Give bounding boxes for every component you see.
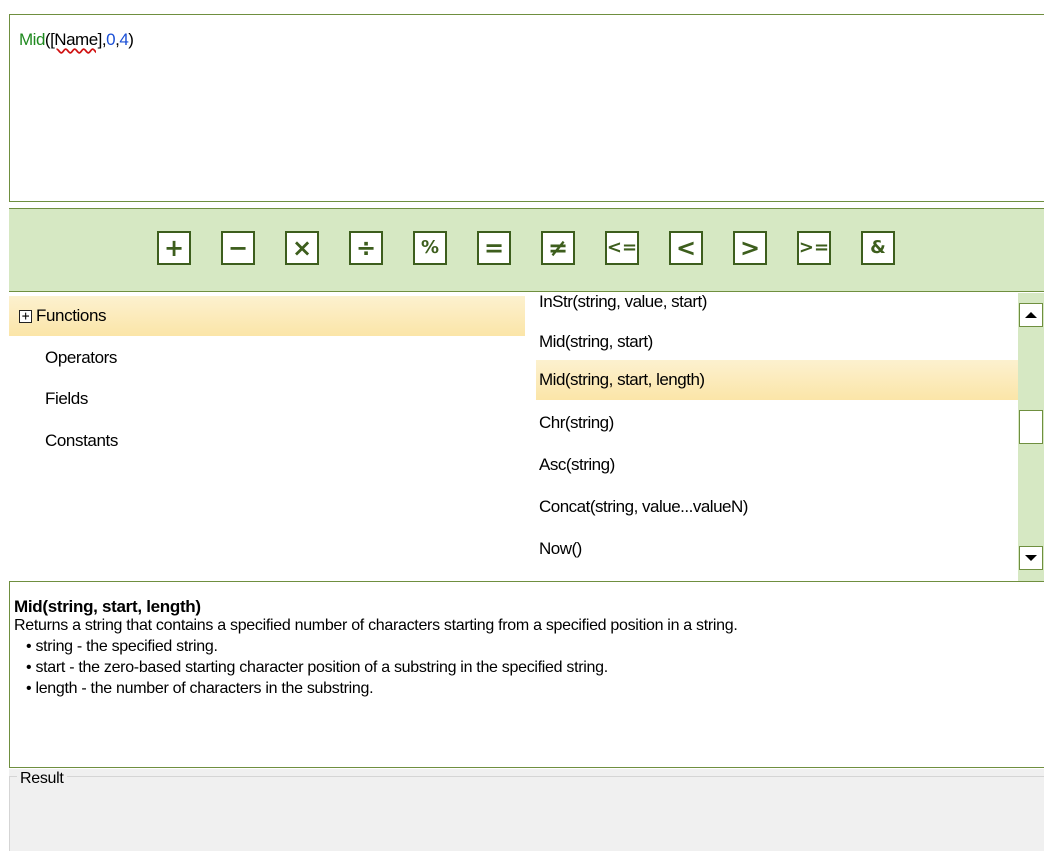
function-item-now[interactable]: Now() bbox=[536, 529, 1018, 569]
expression-editor[interactable]: Mid([Name],0,4) bbox=[9, 14, 1044, 158]
expand-icon[interactable]: + bbox=[19, 309, 32, 323]
description-text: Returns a string that contains a specifi… bbox=[14, 617, 738, 634]
function-item-mid-3[interactable]: Mid(string, start, length) bbox=[536, 360, 1018, 400]
concatenate-button[interactable]: & bbox=[861, 231, 895, 265]
function-label: Chr(string) bbox=[539, 413, 614, 432]
category-functions[interactable]: + Functions bbox=[9, 296, 525, 336]
description-title: Mid(string, start, length) bbox=[14, 597, 201, 616]
function-description-panel: Mid(string, start, length) Returns a str… bbox=[9, 581, 1044, 768]
scroll-thumb[interactable] bbox=[1019, 410, 1043, 444]
function-label: Now() bbox=[539, 539, 582, 558]
function-label: Mid(string, start) bbox=[539, 332, 653, 351]
description-bullet: • string - the specified string. bbox=[26, 638, 218, 655]
category-fields[interactable]: Fields bbox=[9, 379, 525, 419]
function-label: Mid(string, start, length) bbox=[539, 370, 705, 389]
function-list: InStr(string, value, start) Mid(string, … bbox=[536, 293, 1018, 581]
category-label: Fields bbox=[45, 389, 88, 408]
expression-text[interactable]: Mid([Name],0,4) bbox=[19, 30, 134, 50]
result-groupbox bbox=[9, 776, 1044, 851]
expression-arg-length: 4 bbox=[119, 30, 129, 49]
function-label: Asc(string) bbox=[539, 455, 615, 474]
category-tree: + Functions Operators Fields Constants bbox=[9, 293, 525, 581]
category-operators[interactable]: Operators bbox=[9, 338, 525, 378]
modulo-button[interactable]: % bbox=[413, 231, 447, 265]
function-list-scrollbar[interactable] bbox=[1018, 293, 1044, 581]
plus-button[interactable]: + bbox=[157, 231, 191, 265]
category-label: Constants bbox=[45, 431, 118, 450]
arrow-up-icon bbox=[1025, 312, 1037, 318]
editor-status-strip bbox=[9, 157, 1044, 202]
result-label: Result bbox=[17, 770, 67, 788]
scroll-up-button[interactable] bbox=[1019, 303, 1043, 327]
function-item-mid-2[interactable]: Mid(string, start) bbox=[536, 322, 1018, 362]
category-label: Operators bbox=[45, 348, 117, 367]
function-item-chr[interactable]: Chr(string) bbox=[536, 403, 1018, 443]
greater-than-button[interactable]: > bbox=[733, 231, 767, 265]
function-item-instr[interactable]: InStr(string, value, start) bbox=[536, 293, 1018, 322]
expression-field: [Name] bbox=[50, 30, 102, 49]
function-item-asc[interactable]: Asc(string) bbox=[536, 445, 1018, 485]
description-bullet: • length - the number of characters in t… bbox=[26, 680, 374, 697]
less-or-equal-button[interactable]: <= bbox=[605, 231, 639, 265]
expression-function: Mid bbox=[19, 30, 45, 49]
function-item-concat[interactable]: Concat(string, value...valueN) bbox=[536, 487, 1018, 527]
expression-close-paren: ) bbox=[128, 30, 134, 49]
category-label: Functions bbox=[36, 306, 107, 325]
equals-button[interactable]: = bbox=[477, 231, 511, 265]
divide-button[interactable]: ÷ bbox=[349, 231, 383, 265]
arrow-down-icon bbox=[1025, 555, 1037, 561]
expression-arg-start: 0 bbox=[106, 30, 116, 49]
function-label: InStr(string, value, start) bbox=[539, 293, 707, 311]
scroll-down-button[interactable] bbox=[1019, 546, 1043, 570]
less-than-button[interactable]: < bbox=[669, 231, 703, 265]
operator-toolbar: + − × ÷ % = ≠ <= < > >= & bbox=[9, 208, 1044, 292]
greater-or-equal-button[interactable]: >= bbox=[797, 231, 831, 265]
category-constants[interactable]: Constants bbox=[9, 421, 525, 461]
description-bullet: • start - the zero-based starting charac… bbox=[26, 659, 608, 676]
not-equals-button[interactable]: ≠ bbox=[541, 231, 575, 265]
function-label: Concat(string, value...valueN) bbox=[539, 497, 748, 516]
description-bullets: • string - the specified string. • start… bbox=[26, 638, 608, 701]
multiply-button[interactable]: × bbox=[285, 231, 319, 265]
minus-button[interactable]: − bbox=[221, 231, 255, 265]
